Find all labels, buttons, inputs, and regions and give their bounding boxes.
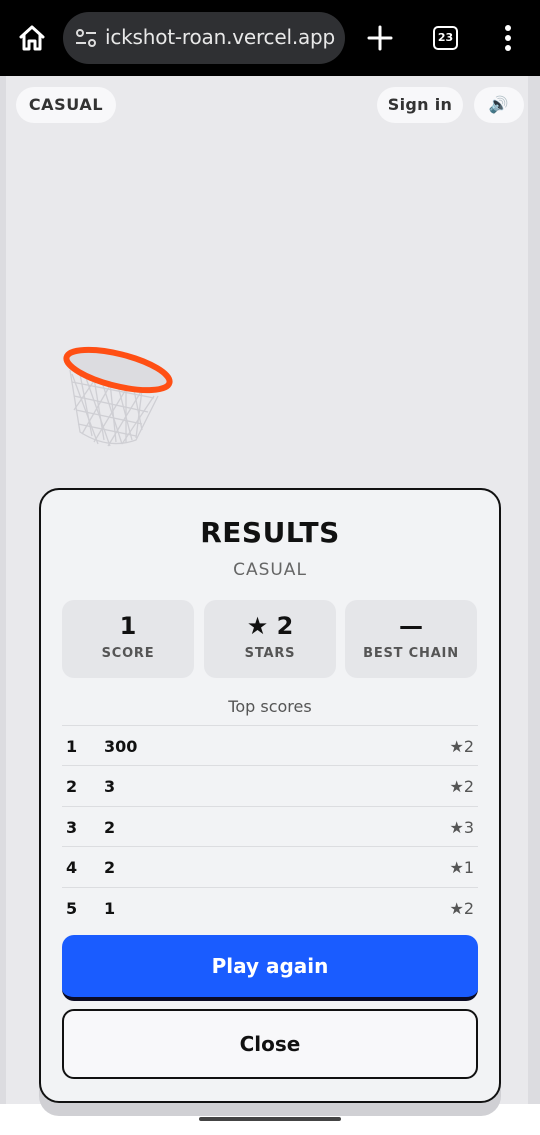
stars-stat-card: ★ 2 STARS xyxy=(204,600,336,678)
row-stars: ★2 xyxy=(449,898,474,918)
score-row: 1 300 ★2 xyxy=(62,725,478,765)
sign-in-button[interactable]: Sign in xyxy=(377,87,463,123)
top-scores-heading: Top scores xyxy=(228,697,312,716)
close-button[interactable]: Close xyxy=(62,1009,478,1079)
site-settings-icon[interactable] xyxy=(75,28,97,48)
best-chain-label: BEST CHAIN xyxy=(363,646,459,661)
stars-label: STARS xyxy=(244,646,296,661)
stars-value: ★ 2 xyxy=(246,612,294,640)
score-row: 2 3 ★2 xyxy=(62,765,478,805)
url-text: ickshot-roan.vercel.app xyxy=(105,25,336,49)
row-rank: 3 xyxy=(66,817,78,837)
row-stars: ★2 xyxy=(449,777,474,797)
results-modal: RESULTS CASUAL 1 SCORE ★ 2 STARS — BEST … xyxy=(39,488,501,1103)
basketball-hoop-icon xyxy=(63,346,173,447)
sound-toggle-button[interactable]: 🔊 xyxy=(474,87,524,123)
left-wall xyxy=(0,76,6,1104)
speaker-icon: 🔊 xyxy=(488,95,510,114)
score-row: 3 2 ★3 xyxy=(62,805,478,846)
row-rank: 4 xyxy=(66,858,78,878)
best-chain-stat-card: — BEST CHAIN xyxy=(345,600,477,678)
row-score: 1 xyxy=(104,898,116,918)
play-again-button[interactable]: Play again xyxy=(62,935,478,1001)
address-bar[interactable]: ickshot-roan.vercel.app xyxy=(63,12,345,64)
gesture-home-bar[interactable] xyxy=(199,1117,341,1121)
tab-switcher-button[interactable]: 23 xyxy=(433,26,458,50)
row-rank: 2 xyxy=(66,777,78,797)
row-rank: 5 xyxy=(66,898,78,918)
mode-badge[interactable]: CASUAL xyxy=(16,87,116,123)
top-scores-list: 1 300 ★2 2 3 ★2 3 2 ★3 4 2 ★1 5 1 ★2 xyxy=(62,725,478,927)
modal-title: RESULTS xyxy=(200,516,340,549)
score-row: 5 1 ★2 xyxy=(62,886,478,927)
row-stars: ★2 xyxy=(449,737,474,756)
row-score: 2 xyxy=(104,817,116,837)
home-icon[interactable] xyxy=(16,22,48,54)
score-value: 1 xyxy=(119,612,137,640)
row-rank: 1 xyxy=(66,737,78,756)
new-tab-icon[interactable] xyxy=(366,24,394,52)
right-wall xyxy=(528,76,540,1104)
row-score: 2 xyxy=(104,858,116,878)
row-score: 300 xyxy=(104,737,138,756)
more-menu-icon[interactable] xyxy=(504,24,512,52)
browser-toolbar: ickshot-roan.vercel.app 23 xyxy=(0,0,540,76)
best-chain-value: — xyxy=(399,612,423,640)
score-stat-card: 1 SCORE xyxy=(62,600,194,678)
modal-mode-label: CASUAL xyxy=(233,560,307,580)
row-stars: ★1 xyxy=(449,858,474,878)
score-row: 4 2 ★1 xyxy=(62,846,478,886)
score-label: SCORE xyxy=(101,646,155,661)
row-stars: ★3 xyxy=(449,817,474,837)
row-score: 3 xyxy=(104,777,116,797)
